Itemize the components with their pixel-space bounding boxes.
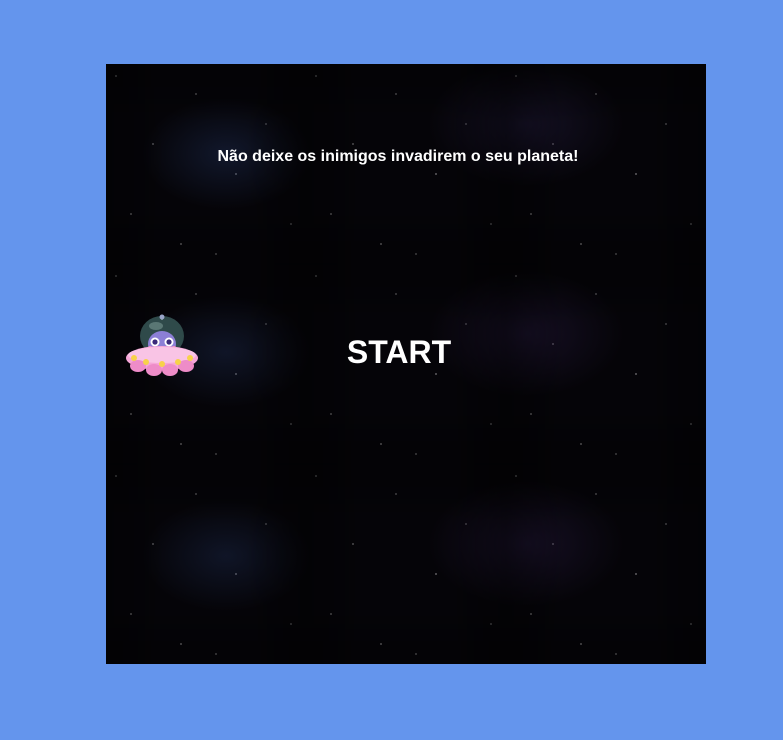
tagline-text: Não deixe os inimigos invadirem o seu pl… xyxy=(217,148,579,165)
start-button[interactable]: START xyxy=(326,328,472,376)
alien-ufo-icon[interactable] xyxy=(124,314,200,380)
game-canvas[interactable]: Não deixe os inimigos invadirem o seu pl… xyxy=(106,64,706,664)
